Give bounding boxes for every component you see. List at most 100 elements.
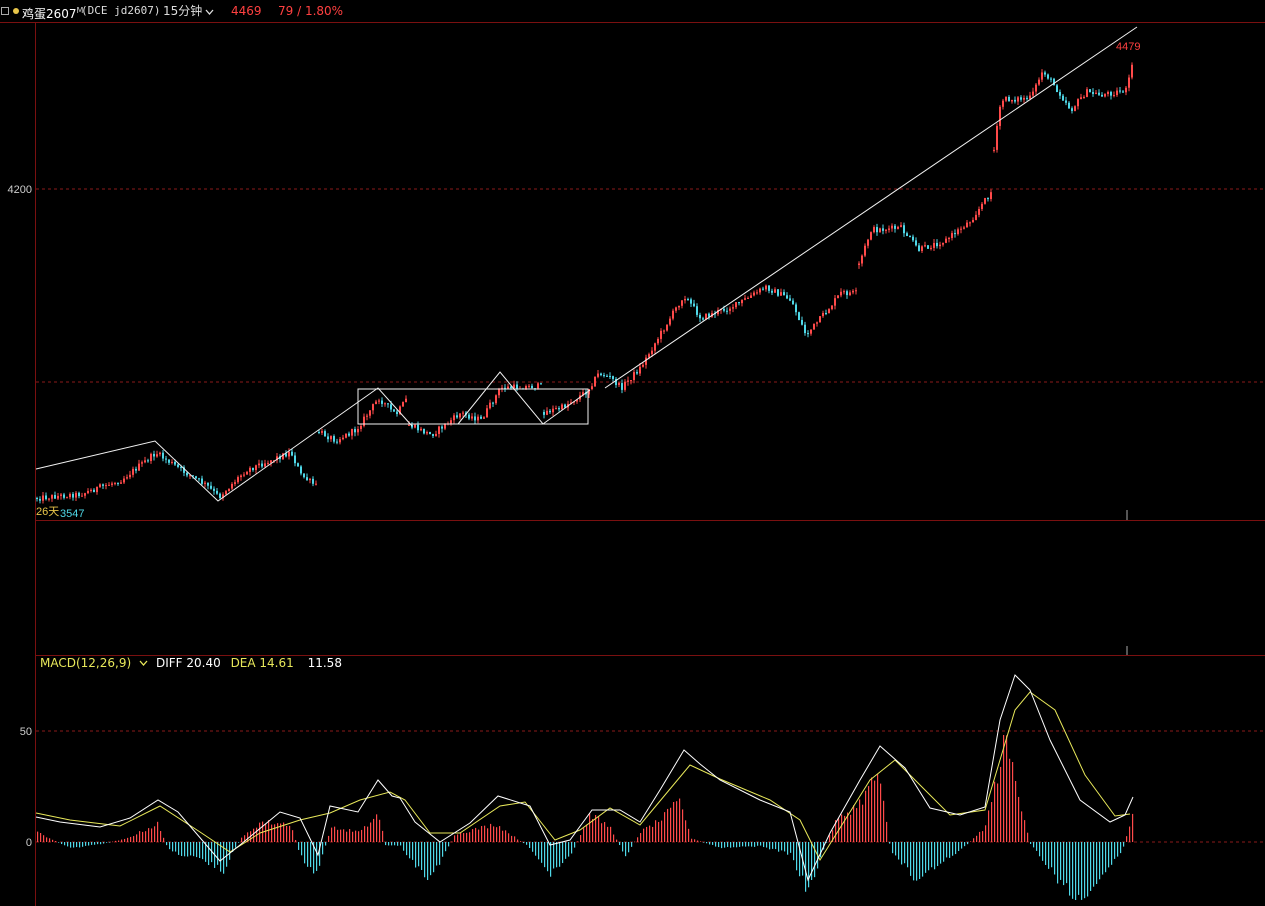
candle-body — [489, 402, 491, 409]
candle-body — [831, 305, 833, 310]
macd-bar — [76, 842, 78, 848]
candle-body — [642, 364, 644, 367]
candle-body — [603, 375, 605, 377]
candle-body — [915, 240, 917, 246]
macd-bar — [526, 842, 528, 845]
macd-bar — [982, 831, 984, 842]
candle-body — [921, 246, 923, 251]
candle-body — [780, 292, 782, 296]
candle-body — [855, 290, 857, 292]
candlesticks — [36, 62, 1133, 504]
candle-body — [549, 410, 551, 413]
candle-body — [1101, 94, 1103, 97]
candle-body — [1083, 96, 1085, 98]
candle-body — [408, 424, 410, 426]
candle-body — [111, 483, 113, 485]
candle-body — [249, 467, 251, 472]
macd-bar — [1036, 842, 1038, 851]
candle-body — [795, 304, 797, 313]
candle-body — [453, 415, 455, 421]
candle-body — [882, 228, 884, 231]
candle-body — [240, 475, 242, 478]
macd-bar — [610, 826, 612, 842]
macd-bar — [139, 831, 141, 842]
candle-body — [888, 228, 890, 230]
candle-body — [867, 239, 869, 246]
candle-body — [774, 289, 776, 293]
macd-bar — [55, 841, 57, 842]
macd-bar — [1012, 762, 1014, 842]
macd-bar — [883, 800, 885, 842]
candle-body — [672, 310, 674, 319]
macd-bar — [268, 820, 270, 842]
macd-lines — [35, 674, 1134, 882]
candle-body — [438, 426, 440, 434]
candle-body — [435, 433, 437, 436]
macd-bar — [775, 842, 777, 850]
zigzag-trend-line — [35, 387, 413, 502]
candle-body — [870, 232, 872, 240]
candle-body — [990, 192, 992, 200]
candle-body — [366, 415, 368, 417]
macd-bar — [736, 842, 738, 848]
candle-body — [126, 477, 128, 479]
macd-bar — [397, 842, 399, 846]
macd-bar — [415, 842, 417, 868]
candle-body — [303, 473, 305, 478]
candle-body — [210, 485, 212, 489]
candle-body — [1032, 91, 1034, 96]
candle-body — [891, 225, 893, 229]
macd-bar — [766, 842, 768, 848]
candle-body — [591, 386, 593, 390]
macd-bar — [1132, 813, 1134, 842]
macd-bar — [601, 823, 603, 842]
macd-bar — [529, 842, 531, 849]
macd-bar — [697, 840, 699, 842]
macd-indicator-name[interactable]: MACD(12,26,9) — [40, 656, 148, 670]
chart-canvas[interactable]: 4200 50 0 26天 3547 4479 — [0, 0, 1265, 900]
macd-bar — [361, 829, 363, 842]
candle-body — [87, 490, 89, 494]
candle-body — [732, 307, 734, 309]
macd-bar — [427, 842, 429, 881]
candle-body — [165, 458, 167, 460]
macd-bar — [577, 841, 579, 842]
macd-bar — [1108, 842, 1110, 868]
macd-header[interactable]: MACD(12,26,9) DIFF 20.40 DEA 14.61 11.58 — [40, 656, 348, 670]
candle-body — [123, 478, 125, 483]
candle-body — [117, 483, 119, 485]
macd-bar — [199, 842, 201, 859]
candle-body — [861, 255, 863, 264]
macd-bar — [649, 825, 651, 842]
candle-body — [678, 305, 680, 308]
macd-bar — [952, 842, 954, 856]
macd-bar — [1006, 735, 1008, 842]
candle-body — [333, 436, 335, 442]
candle-body — [828, 309, 830, 314]
macd-bar — [850, 814, 852, 842]
candle-body — [537, 383, 539, 389]
candle-body — [63, 494, 65, 498]
candle-body — [1041, 72, 1043, 80]
macd-bar — [496, 827, 498, 842]
macd-bar — [133, 836, 135, 842]
candle-body — [288, 451, 290, 457]
candle-body — [957, 229, 959, 235]
macd-bar — [136, 834, 138, 842]
macd-bar — [61, 842, 63, 845]
macd-bar — [715, 842, 717, 847]
candle-body — [1089, 89, 1091, 93]
low-marker-days: 26天 — [36, 506, 59, 518]
macd-bar — [1066, 842, 1068, 884]
candle-body — [750, 295, 752, 298]
macd-bar — [472, 829, 474, 842]
drawing-lines[interactable] — [35, 26, 1138, 502]
macd-bar — [793, 842, 795, 861]
candle-body — [765, 285, 767, 290]
candle-body — [948, 238, 950, 240]
candle-body — [342, 437, 344, 440]
candle-body — [1131, 64, 1133, 78]
candle-body — [72, 493, 74, 498]
macd-bar — [583, 828, 585, 842]
macd-bar — [955, 842, 957, 855]
